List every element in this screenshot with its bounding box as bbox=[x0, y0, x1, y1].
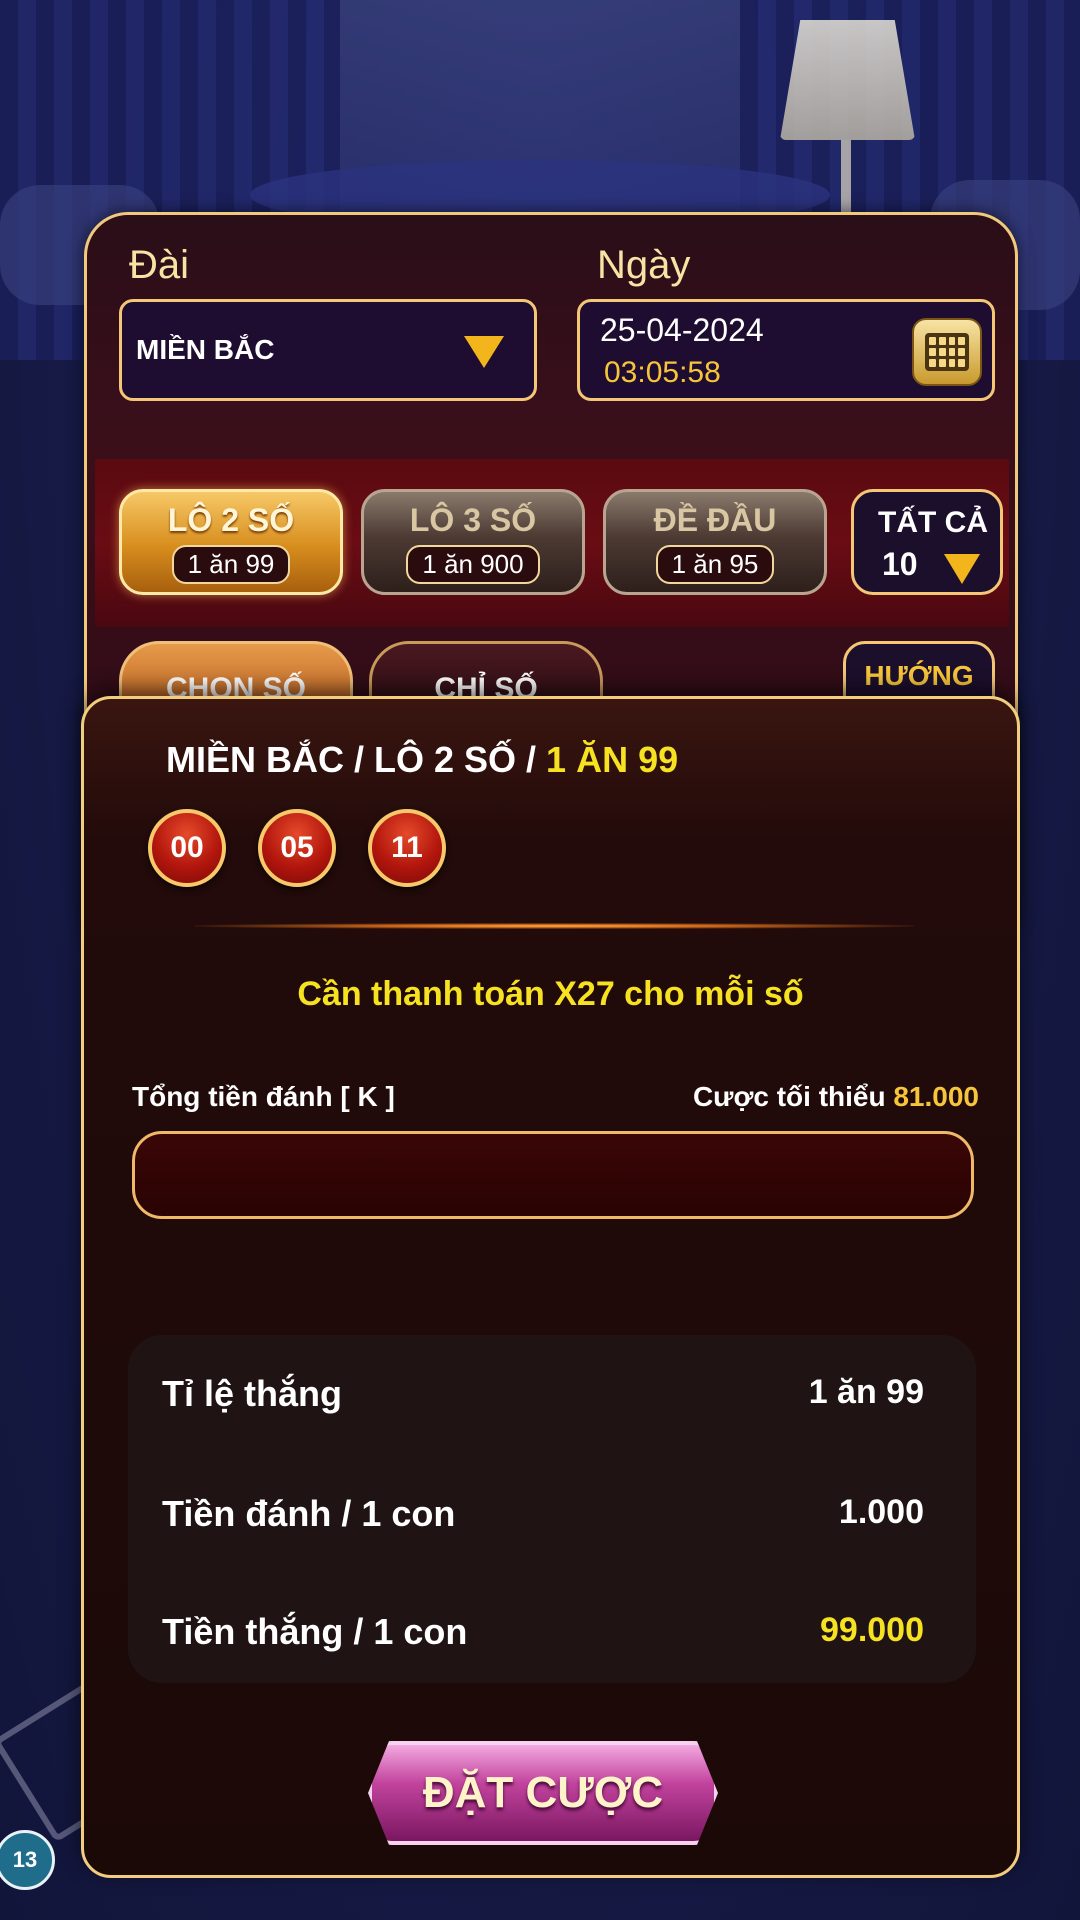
bet-type-rate: 1 ăn 99 bbox=[171, 545, 291, 584]
dropdown-arrow-icon bbox=[944, 554, 980, 584]
summary-value: 1 ăn 99 bbox=[808, 1373, 924, 1411]
summary-label: Tiền đánh / 1 con bbox=[162, 1493, 456, 1534]
summary-label: Tiền thắng / 1 con bbox=[162, 1611, 468, 1652]
summary-label: Tỉ lệ thắng bbox=[162, 1373, 342, 1414]
summary-value: 99.000 bbox=[820, 1611, 924, 1649]
minimum-bet-label: Cược tối thiểu 81.000 bbox=[692, 1081, 979, 1112]
summary-row-win-amount: Tiền thắng / 1 con 99.000 bbox=[162, 1601, 924, 1661]
bet-type-name: LÔ 3 SỐ bbox=[409, 502, 537, 538]
amount-input[interactable] bbox=[132, 1131, 974, 1219]
background-lamp-pole bbox=[841, 140, 851, 220]
time-value: 03:05:58 bbox=[604, 356, 721, 389]
number-chip[interactable]: 00 bbox=[148, 809, 226, 887]
station-value: MIỀN BẮC bbox=[136, 334, 275, 365]
place-bet-button[interactable]: ĐẶT CƯỢC bbox=[368, 1741, 718, 1845]
dropdown-arrow-icon bbox=[464, 336, 504, 368]
station-label: Đài bbox=[129, 243, 190, 287]
bet-summary: Tỉ lệ thắng 1 ăn 99 Tiền đánh / 1 con 1.… bbox=[128, 1335, 976, 1683]
all-types-dropdown[interactable]: TẤT CẢ 10 bbox=[851, 489, 1003, 595]
number-chip[interactable]: 11 bbox=[368, 809, 446, 887]
date-value: 25-04-2024 bbox=[600, 312, 764, 348]
summary-row-stake: Tiền đánh / 1 con 1.000 bbox=[162, 1483, 924, 1543]
payment-note: Cần thanh toán X27 cho mỗi số bbox=[297, 975, 804, 1013]
glow-divider bbox=[194, 923, 914, 929]
bet-confirm-modal: MIỀN BẮC / LÔ 2 SỐ / 1 ĂN 99 00 05 11 Cầ… bbox=[81, 696, 1020, 1878]
breadcrumb-path: MIỀN BẮC / LÔ 2 SỐ / bbox=[166, 739, 547, 780]
bet-type-strip: LÔ 2 SỐ 1 ăn 99 LÔ 3 SỐ 1 ăn 900 ĐỀ ĐẦU … bbox=[95, 459, 1009, 627]
station-select[interactable]: MIỀN BẮC bbox=[119, 299, 537, 401]
bet-type-name: LÔ 2 SỐ bbox=[167, 502, 295, 538]
all-types-label: TẤT CẢ bbox=[878, 506, 988, 539]
background-bingo-ball: 13 bbox=[0, 1830, 55, 1890]
date-label: Ngày bbox=[597, 243, 691, 287]
selected-numbers: 00 05 11 bbox=[148, 809, 446, 887]
bet-type-lo-3-so[interactable]: LÔ 3 SỐ 1 ăn 900 bbox=[361, 489, 585, 595]
number-chip[interactable]: 05 bbox=[258, 809, 336, 887]
summary-value: 1.000 bbox=[838, 1493, 924, 1531]
breadcrumb-rate: 1 ĂN 99 bbox=[546, 739, 679, 780]
bet-type-rate: 1 ăn 900 bbox=[406, 545, 540, 584]
total-amount-label: Tổng tiền đánh [ K ] bbox=[132, 1081, 395, 1112]
bet-type-rate: 1 ăn 95 bbox=[655, 545, 775, 584]
calendar-edit-icon[interactable] bbox=[912, 318, 982, 386]
bet-breadcrumb: MIỀN BẮC / LÔ 2 SỐ / 1 ĂN 99 bbox=[166, 739, 678, 781]
all-types-count: 10 bbox=[882, 546, 918, 582]
guide-label: HƯỚNG bbox=[864, 660, 974, 691]
bet-type-name: ĐỀ ĐẦU bbox=[653, 502, 777, 538]
date-field[interactable]: 25-04-2024 03:05:58 bbox=[577, 299, 995, 401]
bet-type-lo-2-so[interactable]: LÔ 2 SỐ 1 ăn 99 bbox=[119, 489, 343, 595]
background-lamp-icon bbox=[780, 20, 915, 140]
bet-type-de-dau[interactable]: ĐỀ ĐẦU 1 ăn 95 bbox=[603, 489, 827, 595]
summary-row-win-rate: Tỉ lệ thắng 1 ăn 99 bbox=[162, 1363, 924, 1423]
minimum-bet-value: 81.000 bbox=[893, 1081, 979, 1112]
